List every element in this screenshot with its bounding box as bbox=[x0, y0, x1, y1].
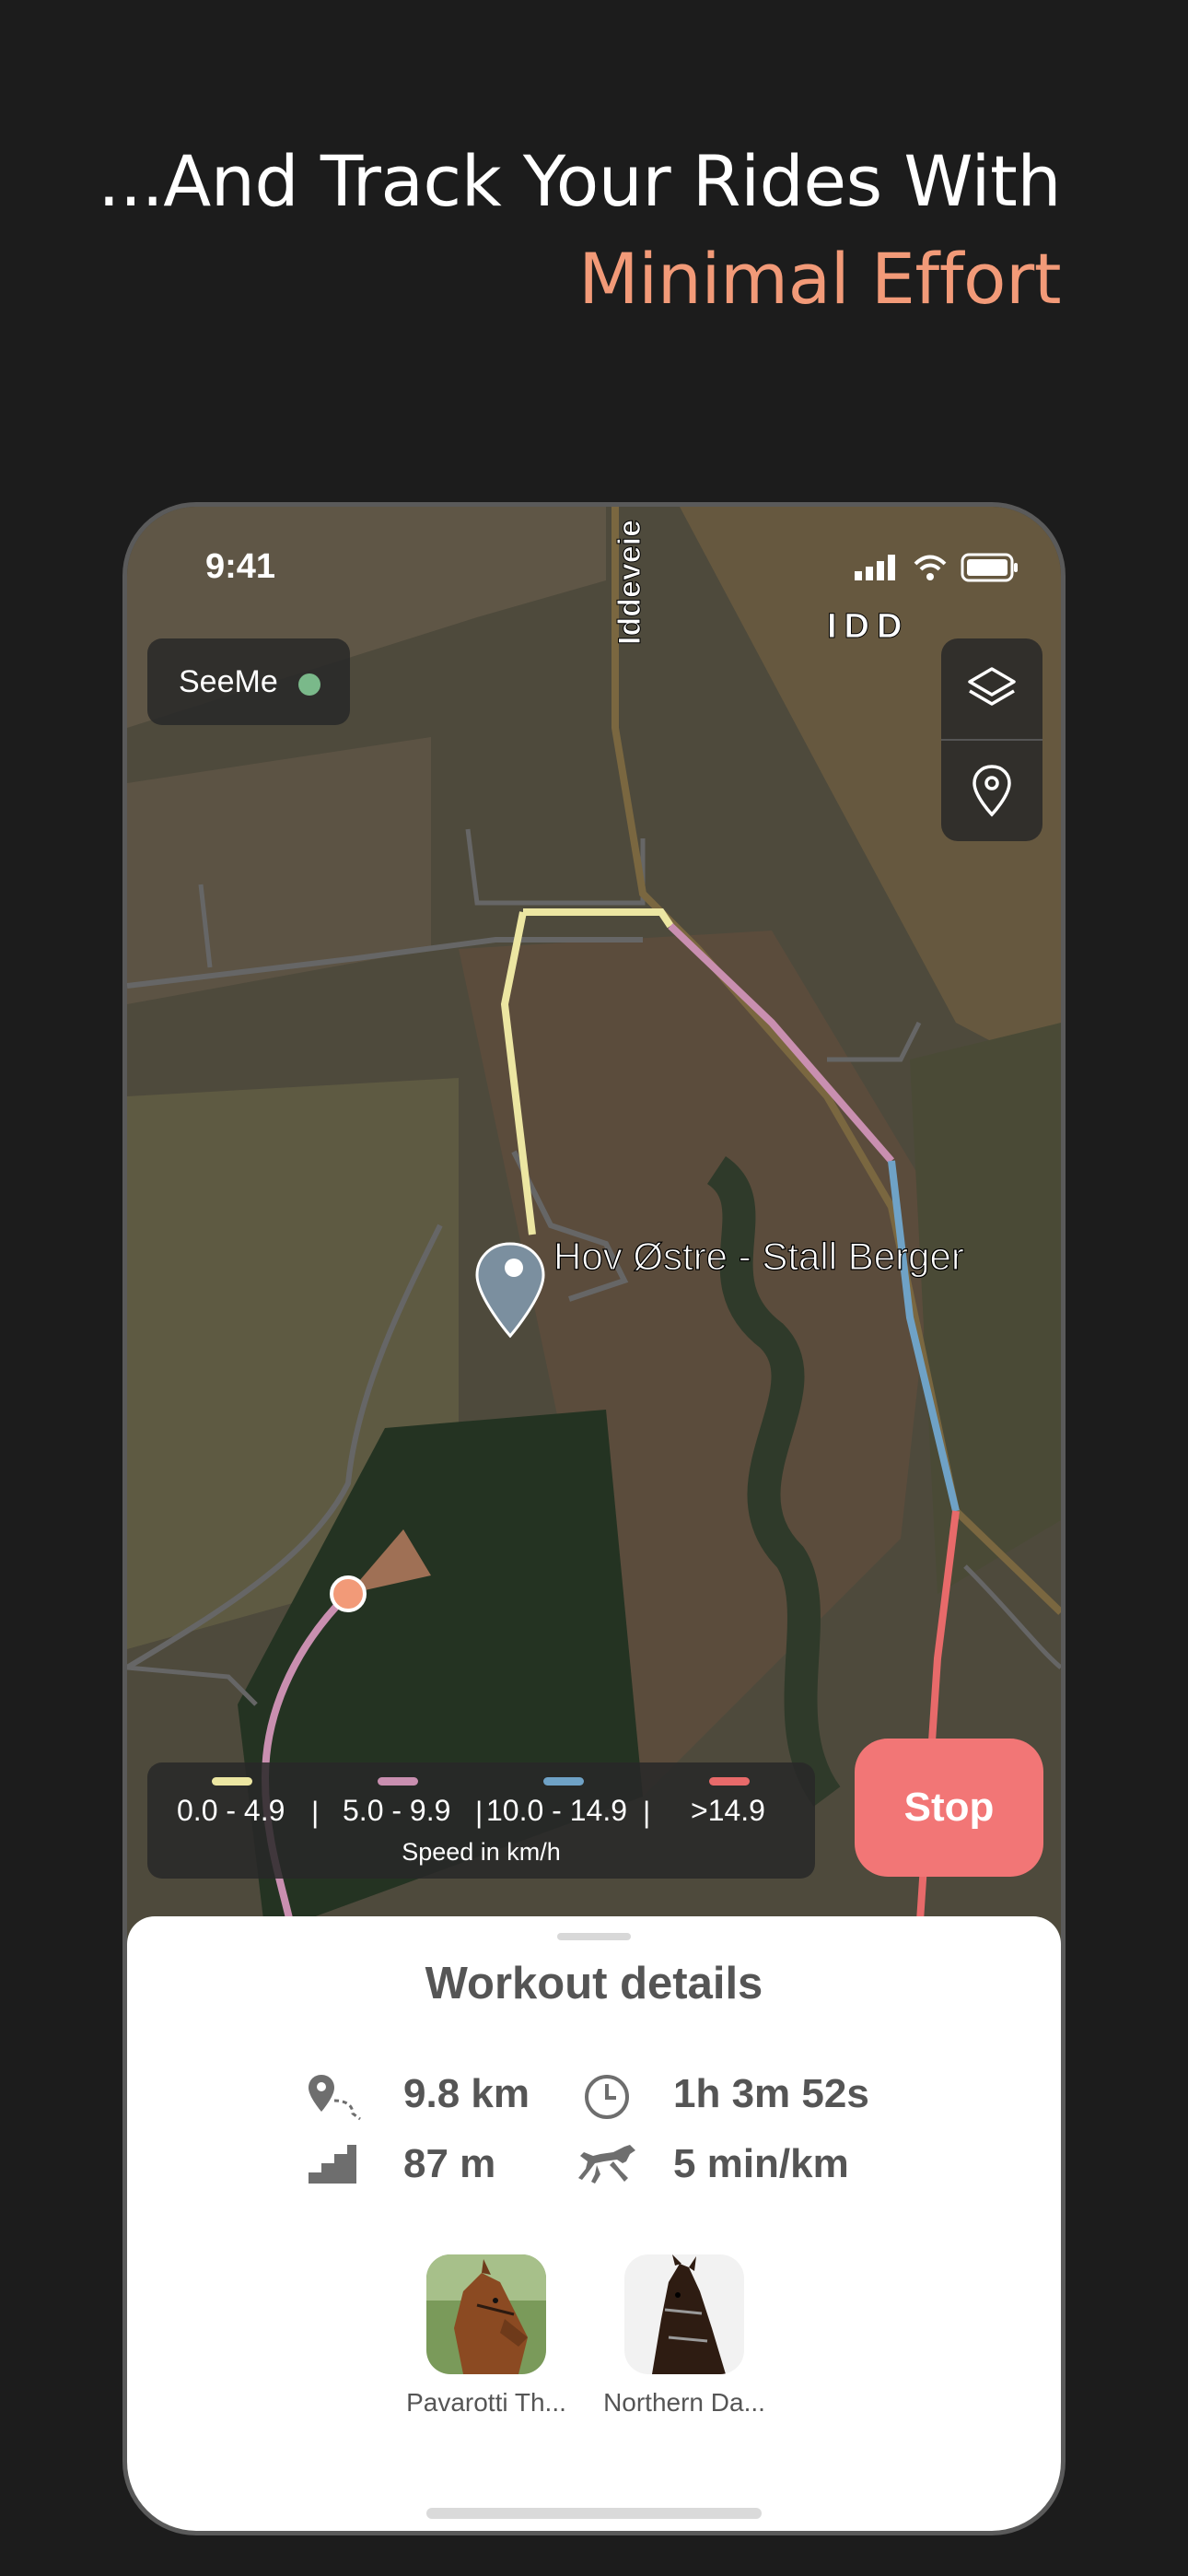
location-pin-icon bbox=[973, 765, 1011, 817]
clock-icon bbox=[585, 2075, 629, 2119]
legend-swatch-2 bbox=[378, 1777, 418, 1786]
seeme-status-dot bbox=[298, 673, 320, 696]
stop-button[interactable]: Stop bbox=[855, 1739, 1043, 1877]
headline-line-2: Minimal Effort bbox=[578, 238, 1061, 320]
speed-legend: 0.0 - 4.9 | 5.0 - 9.9 | 10.0 - 14.9 | >1… bbox=[147, 1762, 815, 1879]
wifi-icon bbox=[914, 555, 947, 580]
horse-avatar-1[interactable] bbox=[426, 2254, 546, 2374]
distance-value: 9.8 km bbox=[403, 2071, 530, 2116]
legend-separator: | bbox=[475, 1796, 483, 1829]
legend-swatch-4 bbox=[709, 1777, 750, 1786]
horse-name-2: Northern Da... bbox=[603, 2388, 765, 2417]
place-label: Hov Østre - Stall Berger bbox=[553, 1235, 964, 1278]
seeme-toggle[interactable]: SeeMe bbox=[147, 638, 350, 725]
location-button[interactable] bbox=[941, 740, 1042, 841]
legend-range-3: 10.0 - 14.9 bbox=[486, 1794, 627, 1827]
horse-photo-2 bbox=[624, 2254, 744, 2374]
horse-photo-1 bbox=[426, 2254, 546, 2374]
legend-range-4: >14.9 bbox=[691, 1794, 765, 1827]
elevation-value: 87 m bbox=[403, 2141, 496, 2186]
distance-icon bbox=[309, 2075, 361, 2121]
duration-value: 1h 3m 52s bbox=[673, 2071, 869, 2116]
horse-pace-icon bbox=[578, 2145, 635, 2184]
sheet-drag-handle[interactable] bbox=[557, 1933, 631, 1940]
horse-name-1: Pavarotti Th... bbox=[406, 2388, 566, 2417]
seeme-label: SeeMe bbox=[179, 664, 278, 699]
pace-value: 5 min/km bbox=[673, 2141, 849, 2186]
legend-swatch-3 bbox=[543, 1777, 584, 1786]
layers-button[interactable] bbox=[941, 638, 1042, 740]
headline-line-1: ...And Track Your Rides With bbox=[98, 140, 1061, 222]
legend-unit-label: Speed in km/h bbox=[402, 1838, 561, 1866]
horse-avatar-2[interactable] bbox=[624, 2254, 744, 2374]
battery-icon bbox=[961, 553, 1018, 582]
signal-icon bbox=[855, 555, 895, 580]
legend-separator: | bbox=[311, 1796, 320, 1829]
legend-separator: | bbox=[643, 1796, 651, 1829]
layers-icon bbox=[968, 667, 1016, 706]
status-bar: 9:41 bbox=[127, 544, 1061, 590]
home-indicator[interactable] bbox=[426, 2508, 762, 2519]
legend-range-1: 0.0 - 4.9 bbox=[177, 1794, 285, 1827]
phone-frame: Hov Østre - Stall Berger Iddeveie IDD 9:… bbox=[122, 502, 1066, 2535]
status-time: 9:41 bbox=[205, 547, 276, 586]
legend-swatch-1 bbox=[212, 1777, 252, 1786]
elevation-icon bbox=[309, 2145, 356, 2184]
legend-range-2: 5.0 - 9.9 bbox=[343, 1794, 451, 1827]
area-label: IDD bbox=[827, 607, 909, 646]
workout-title: Workout details bbox=[425, 1959, 763, 2008]
workout-details-sheet: Workout details 9.8 km 1h 3m 52s 87 m 5 … bbox=[127, 1916, 1061, 2531]
map-controls bbox=[941, 638, 1042, 841]
